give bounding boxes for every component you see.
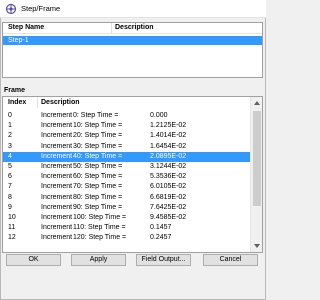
step-time-cell: 10: Step Time =	[73, 122, 123, 130]
frame-index-cell: 4	[8, 152, 12, 160]
frame-row[interactable]: 3 Increment 30: Step Time = 1.6454E-02	[3, 142, 250, 152]
frame-row[interactable]: 10 Increment 100: Step Time = 9.4585E-02	[3, 213, 250, 223]
scroll-up-arrow-icon[interactable]	[254, 101, 260, 105]
frame-index-cell: 11	[8, 224, 16, 232]
step-time-value-cell: 6.0105E-02	[150, 183, 187, 191]
column-header-step-name[interactable]: Step Name	[8, 24, 44, 31]
title-bar: Step/Frame	[0, 0, 266, 18]
step-time-value-cell: 5.3536E-02	[150, 173, 187, 181]
step-time-value-cell: 1.6454E-02	[150, 142, 187, 150]
step-time-value-cell: 0.1457	[150, 224, 172, 232]
vertical-scrollbar[interactable]	[250, 97, 262, 252]
step-time-cell: 50: Step Time =	[73, 162, 123, 170]
column-header-description[interactable]: Description	[41, 99, 80, 106]
step-time-cell: 20: Step Time =	[73, 132, 123, 140]
step-time-value-cell: 2.0895E-02	[150, 152, 187, 160]
step-time-cell: 120: Step Time =	[73, 234, 127, 242]
step-time-cell: 70: Step Time =	[73, 183, 123, 191]
frame-table-header: Index Description	[3, 97, 250, 108]
step-time-cell: 40: Step Time =	[73, 152, 123, 160]
window-title: Step/Frame	[21, 4, 61, 13]
ok-button[interactable]: OK	[6, 254, 61, 266]
increment-cell: Increment	[41, 193, 73, 201]
frame-index-cell: 6	[8, 173, 12, 181]
scroll-down-arrow-icon[interactable]	[254, 244, 260, 248]
step-table-header: Step Name Description	[3, 23, 262, 34]
increment-cell: Increment	[41, 224, 73, 232]
frame-row[interactable]: 6 Increment 60: Step Time = 5.3536E-02	[3, 172, 250, 182]
frame-list[interactable]: Index Description 0 Increment 0: Step Time…	[2, 96, 263, 253]
step-row-selected[interactable]: Step-1	[3, 36, 262, 45]
step-time-cell: 100: Step Time =	[73, 213, 127, 221]
frame-row[interactable]: 7 Increment 70: Step Time = 6.0105E-02	[3, 182, 250, 192]
increment-cell: Increment	[41, 213, 73, 221]
scrollbar-thumb[interactable]	[253, 111, 261, 206]
step-name-cell: Step-1	[8, 37, 29, 44]
increment-cell: Increment	[41, 112, 73, 119]
column-divider	[111, 23, 112, 34]
frame-index-cell: 12	[8, 234, 16, 242]
frame-row[interactable]: 9 Increment 90: Step Time = 7.6425E-02	[3, 203, 250, 213]
frame-section-label: Frame	[4, 87, 26, 94]
frame-index-cell: 7	[8, 183, 12, 191]
increment-cell: Increment	[41, 132, 73, 140]
step-time-cell: 0: Step Time =	[73, 112, 119, 119]
column-header-description[interactable]: Description	[115, 24, 154, 31]
frame-index-cell: 2	[8, 132, 12, 140]
step-time-value-cell: 7.6425E-02	[150, 203, 187, 211]
step-time-value-cell: 1.4014E-02	[150, 132, 187, 140]
step-time-value-cell: 0.000	[150, 112, 168, 119]
increment-cell: Increment	[41, 152, 73, 160]
frame-index-cell: 10	[8, 213, 16, 221]
increment-cell: Increment	[41, 203, 73, 211]
step-time-value-cell: 3.1244E-02	[150, 162, 187, 170]
frame-index-cell: 5	[8, 162, 12, 170]
step-time-value-cell: 0.2457	[150, 234, 172, 242]
column-divider	[37, 97, 38, 108]
frame-row[interactable]: 4 Increment 40: Step Time = 2.0895E-02	[3, 151, 250, 162]
frame-index-cell: 8	[8, 193, 12, 201]
step-time-cell: 90: Step Time =	[73, 203, 123, 211]
frame-index-cell: 9	[8, 203, 12, 211]
frame-row[interactable]: 11 Increment 110: Step Time = 0.1457	[3, 223, 250, 233]
apply-button[interactable]: Apply	[71, 254, 126, 266]
increment-cell: Increment	[41, 162, 73, 170]
frame-index-cell: 0	[8, 112, 12, 119]
frame-row[interactable]: 2 Increment 20: Step Time = 1.4014E-02	[3, 131, 250, 141]
increment-cell: Increment	[41, 142, 73, 150]
step-time-value-cell: 1.2125E-02	[150, 122, 187, 130]
frame-row[interactable]: 8 Increment 80: Step Time = 6.6819E-02	[3, 193, 250, 203]
frame-index-cell: 1	[8, 122, 12, 130]
frame-rows: 0 Increment 0: Step Time = 0.000 1 Increment 1…	[3, 111, 250, 243]
cancel-button[interactable]: Cancel	[203, 254, 258, 266]
increment-cell: Increment	[41, 234, 73, 242]
step-time-value-cell: 9.4585E-02	[150, 213, 187, 221]
step-time-cell: 30: Step Time =	[73, 142, 123, 150]
frame-index-cell: 3	[8, 142, 12, 150]
increment-cell: Increment	[41, 183, 73, 191]
step-time-cell: 60: Step Time =	[73, 173, 123, 181]
increment-cell: Increment	[41, 122, 73, 130]
frame-row[interactable]: 1 Increment 10: Step Time = 1.2125E-02	[3, 121, 250, 131]
frame-row[interactable]: 5 Increment 50: Step Time = 3.1244E-02	[3, 162, 250, 172]
step-list[interactable]: Step Name Description Step-1	[2, 22, 263, 78]
frame-row[interactable]: 12 Increment 120: Step Time = 0.2457	[3, 233, 250, 243]
step-time-cell: 80: Step Time =	[73, 193, 123, 201]
step-time-cell: 110: Step Time =	[73, 224, 126, 232]
frame-row[interactable]: 0 Increment 0: Step Time = 0.000	[3, 111, 250, 121]
step-time-value-cell: 6.6819E-02	[150, 193, 187, 201]
field-output-button[interactable]: Field Output...	[136, 254, 191, 266]
increment-cell: Increment	[41, 173, 73, 181]
column-header-index[interactable]: Index	[8, 99, 26, 106]
step-frame-app-icon	[5, 3, 17, 14]
